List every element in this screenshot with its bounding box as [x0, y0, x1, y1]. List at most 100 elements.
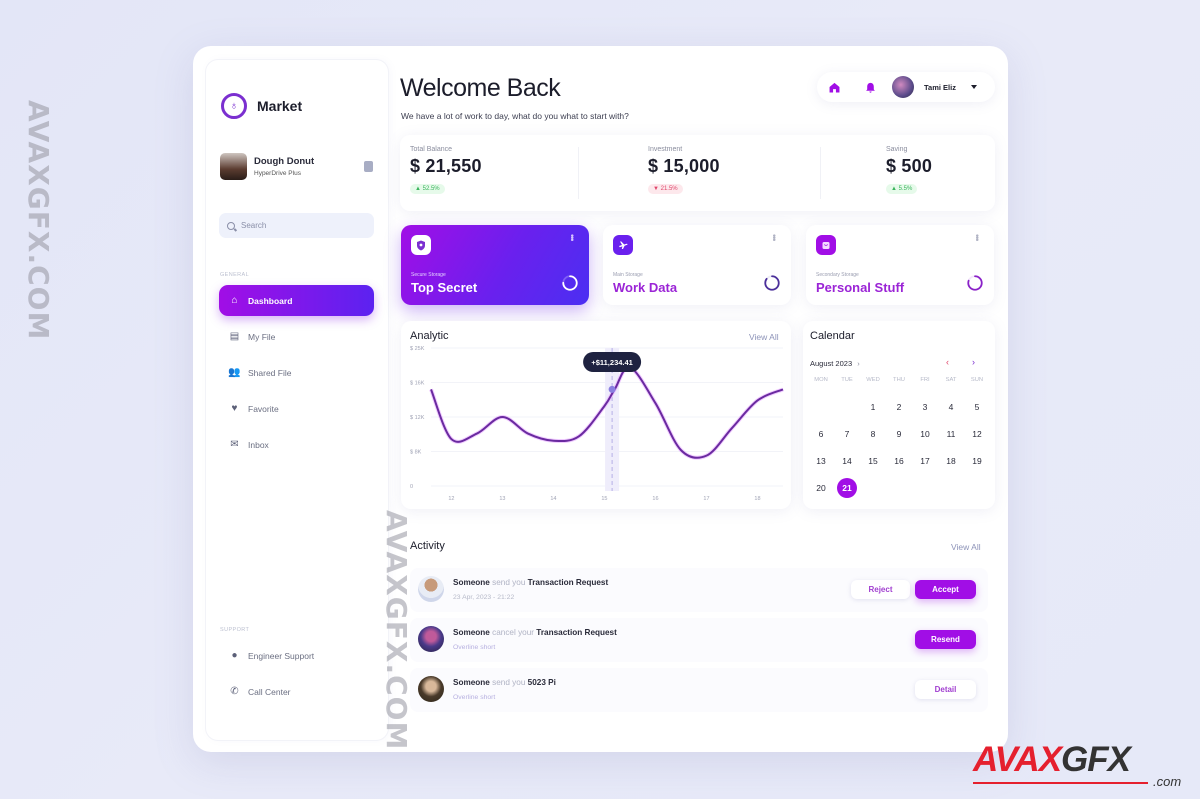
calendar-day[interactable]: 4	[941, 397, 961, 417]
watermark-brand-right: GFX	[1061, 740, 1131, 779]
bell-icon[interactable]	[863, 80, 877, 94]
calendar-weekday: SUN	[970, 377, 984, 383]
profile-name: Dough Donut	[254, 156, 315, 167]
calendar-day[interactable]: 16	[889, 451, 909, 471]
more-menu-icon[interactable]: •••	[972, 234, 982, 240]
calendar-day[interactable]: 12	[967, 424, 987, 444]
stat-change-badge: ▲ 52.5%	[410, 184, 445, 194]
stat-label: Investment	[648, 146, 683, 153]
mail-icon: ✉	[230, 439, 239, 450]
calendar-day[interactable]: 8	[863, 424, 883, 444]
market-logo-icon: ♁	[221, 93, 247, 119]
tooltip-label: +$11,234.41	[591, 358, 633, 367]
accept-button[interactable]: Accept	[915, 580, 976, 599]
stat-value: $ 21,550	[410, 156, 482, 176]
x-tick-label: 16	[652, 496, 658, 502]
calendar-day[interactable]: 18	[941, 451, 961, 471]
user-avatar[interactable]	[892, 76, 914, 98]
watermark-text: AVAXGFX.COM	[22, 100, 55, 341]
profile-card[interactable]: Dough Donut HyperDrive Plus	[220, 153, 375, 180]
calendar-day[interactable]: 10	[915, 424, 935, 444]
stat-value: $ 500	[886, 156, 933, 176]
search-box[interactable]	[219, 213, 374, 238]
calendar-day[interactable]: 15	[863, 451, 883, 471]
sidebar-item-dashboard[interactable]: ⌂ Dashboard	[219, 285, 374, 316]
search-input[interactable]	[241, 221, 361, 230]
calendar-day[interactable]: 6	[811, 424, 831, 444]
page-title: Welcome Back	[400, 74, 561, 102]
calendar-day[interactable]: 19	[967, 451, 987, 471]
stat-change-badge: ▼ 21.5%	[648, 184, 683, 194]
activity-avatar	[418, 676, 444, 702]
more-menu-icon[interactable]: •••	[769, 234, 779, 240]
sidebar-item-label: Dashboard	[248, 295, 293, 306]
bag-icon	[816, 235, 836, 255]
switch-account-icon[interactable]	[364, 161, 373, 172]
stat-investment: Investment $ 15,000 ▼ 21.5%	[648, 146, 720, 195]
calendar-day[interactable]: 20	[811, 478, 831, 498]
file-icon: ▤	[229, 331, 240, 342]
calendar-day[interactable]: 2	[889, 397, 909, 417]
calendar-day[interactable]: 9	[889, 424, 909, 444]
storage-progress-ring	[967, 275, 983, 291]
sidebar-item-label: Engineer Support	[248, 650, 315, 661]
calendar-day[interactable]: 11	[941, 424, 961, 444]
sidebar-item-favorite[interactable]: ♥ Favorite	[219, 393, 374, 424]
reject-button[interactable]: Reject	[851, 580, 910, 599]
calendar-month-selector[interactable]: August 2023 ›	[810, 359, 860, 368]
detail-button[interactable]: Detail	[915, 680, 976, 699]
calendar-weekday: THU	[893, 377, 905, 383]
calendar-weekday: SAT	[945, 377, 957, 383]
sidebar-item-label: Inbox	[248, 439, 269, 450]
calendar-day[interactable]: 14	[837, 451, 857, 471]
highlight-point[interactable]	[608, 385, 616, 393]
calendar-day-selected[interactable]: 21	[837, 478, 857, 498]
sidebar-item-my-file[interactable]: ▤ My File	[219, 321, 374, 352]
sidebar-item-engineer-support[interactable]: ● Engineer Support	[219, 640, 374, 671]
chevron-right-icon: ›	[857, 359, 860, 368]
sidebar-item-label: Call Center	[248, 686, 291, 697]
sidebar-item-inbox[interactable]: ✉ Inbox	[219, 429, 374, 460]
calendar-prev-button[interactable]: ‹	[946, 357, 949, 367]
stat-label: Saving	[886, 146, 908, 153]
storage-label: Main Storage	[613, 272, 643, 278]
analytic-line-chart[interactable]: 0 $ 8K $ 12K $ 16K $ 25K 12 13 14 15 16 17 18 +$11,2…	[401, 340, 791, 508]
storage-title: Top Secret	[411, 280, 478, 295]
user-name[interactable]: Tami Eliz	[924, 83, 956, 92]
calendar-day[interactable]: 13	[811, 451, 831, 471]
calendar-weekday: MON	[814, 377, 828, 383]
storage-title: Work Data	[613, 280, 678, 295]
chevron-down-icon[interactable]	[970, 85, 977, 89]
calendar-weekday: TUE	[841, 377, 853, 383]
calendar-day[interactable]: 3	[915, 397, 935, 417]
stat-saving: Saving $ 500 ▲ 5.5%	[886, 146, 932, 195]
sidebar-item-call-center[interactable]: ✆ Call Center	[219, 676, 374, 707]
storage-card-work-data[interactable]: ••• Main Storage Work Data	[603, 225, 791, 305]
stat-total-balance: Total Balance $ 21,550 ▲ 52.5%	[410, 146, 482, 195]
logo[interactable]: ♁ Market	[221, 93, 302, 119]
activity-view-all-link[interactable]: View All	[951, 542, 981, 552]
calendar-day[interactable]: 17	[915, 451, 935, 471]
profile-plan: HyperDrive Plus	[254, 170, 301, 177]
resend-button[interactable]: Resend	[915, 630, 976, 649]
sidebar-item-shared-file[interactable]: 👥 Shared File	[219, 357, 374, 388]
storage-card-personal-stuff[interactable]: ••• Secondary Storage Personal Stuff	[806, 225, 994, 305]
watermark-brand-suffix: .com	[1153, 774, 1182, 789]
activity-avatar	[418, 576, 444, 602]
activity-subtitle: Overline short	[453, 694, 496, 701]
calendar-day[interactable]: 1	[863, 397, 883, 417]
watermark-brand-left: AVAX	[973, 740, 1062, 779]
calendar-next-button[interactable]: ›	[972, 357, 975, 367]
y-tick-label: 0	[410, 484, 413, 490]
calendar-day[interactable]: 5	[967, 397, 987, 417]
stats-card: Total Balance $ 21,550 ▲ 52.5% Investmen…	[400, 135, 995, 211]
y-tick-label: $ 16K	[410, 381, 425, 387]
calendar-day[interactable]: 7	[837, 424, 857, 444]
storage-card-top-secret[interactable]: ••• Secure Storage Top Secret	[401, 225, 589, 305]
activity-item: Someone cancel your Transaction Request …	[410, 618, 988, 662]
activity-text: Someone send you 5023 Pi	[453, 678, 556, 687]
home-icon[interactable]	[827, 80, 841, 94]
more-menu-icon[interactable]: •••	[567, 234, 577, 240]
x-tick-label: 17	[703, 496, 709, 502]
phone-icon: ✆	[230, 686, 239, 697]
